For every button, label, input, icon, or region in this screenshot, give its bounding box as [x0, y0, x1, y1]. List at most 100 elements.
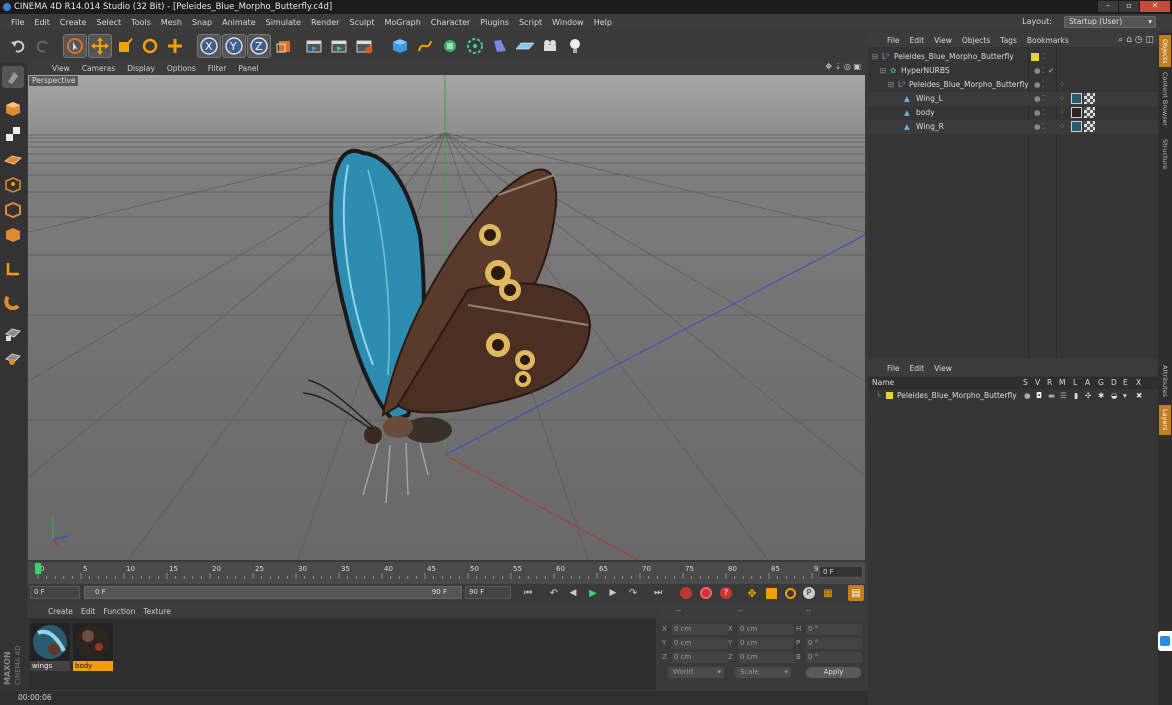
menu-tools[interactable]: Tools — [126, 15, 156, 30]
make-editable-button[interactable] — [2, 66, 24, 88]
layer-lock-icon[interactable]: ▮ — [1074, 389, 1078, 403]
viewport-menu-display[interactable]: Display — [121, 64, 161, 73]
phong-tag-icon[interactable]: ⁘ — [1059, 106, 1065, 120]
x-axis-button[interactable]: X — [197, 34, 221, 58]
objmgr-menu-edit[interactable]: Edit — [905, 36, 930, 45]
array-button[interactable] — [463, 34, 487, 58]
menu-file[interactable]: File — [6, 15, 29, 30]
current-frame-field[interactable]: 0 F — [819, 566, 863, 578]
texture-mode-button[interactable] — [2, 123, 24, 145]
viewport-menu-view[interactable]: View — [46, 64, 76, 73]
menu-sculpt[interactable]: Sculpt — [344, 15, 379, 30]
viewport-menu-options[interactable]: Options — [161, 64, 202, 73]
size-mode-select[interactable]: Scale ▾ — [735, 667, 791, 678]
visibility-dots[interactable]: ⁚ — [1042, 92, 1044, 106]
layer-row[interactable]: ╘ Peleides_Blue_Morpho_Butterfly ● ◘ ▬ ☰… — [868, 389, 1158, 403]
coordinate-system-button[interactable] — [272, 34, 296, 58]
key-rotation-button[interactable] — [782, 585, 798, 601]
size-z-field[interactable]: Z 0 cm — [728, 652, 796, 663]
preview-range-slider[interactable]: 0 F 90 F — [84, 586, 462, 599]
end-frame-field[interactable]: 90 F — [465, 586, 511, 599]
layer-expressions-icon[interactable]: ▾ — [1123, 389, 1127, 403]
nurbs-button[interactable] — [438, 34, 462, 58]
layer-color-swatch[interactable] — [886, 392, 893, 399]
visibility-dots[interactable]: ⁚ — [1042, 120, 1044, 134]
position-z-field[interactable]: Z0 cm — [662, 652, 730, 663]
menu-render[interactable]: Render — [306, 15, 344, 30]
play-forward-button[interactable]: ▶ — [585, 585, 601, 601]
layer-visible-icon[interactable]: ◘ — [1036, 389, 1042, 403]
object-row-hypernurbs[interactable]: ⊟ ✿ HyperNURBS ● ⁚ ✔ — [868, 64, 1158, 78]
auto-key-button[interactable] — [698, 585, 714, 601]
start-frame-field[interactable]: 0 F — [30, 586, 80, 599]
visibility-dots[interactable]: ⁚ — [1042, 78, 1044, 92]
go-to-end-button[interactable]: ⏭ — [650, 585, 666, 601]
phong-tag-icon[interactable]: ⁘ — [1059, 120, 1065, 134]
rotation-p-field[interactable]: P 0 ° — [796, 638, 864, 649]
layer-manager-icon[interactable]: ☰ — [1060, 389, 1067, 403]
objmgr-menu-view[interactable]: View — [929, 36, 957, 45]
menu-snap[interactable]: Snap — [187, 15, 217, 30]
object-row-body[interactable]: ▲ body ● ⁚ ⁘ — [868, 106, 1158, 120]
objmgr-menu-tags[interactable]: Tags — [995, 36, 1022, 45]
size-x-field[interactable]: X 0 cm — [728, 624, 796, 635]
layer-render-icon[interactable]: ▬ — [1048, 389, 1055, 403]
tab-structure[interactable]: Structure — [1159, 133, 1171, 175]
menu-mesh[interactable]: Mesh — [156, 15, 187, 30]
model-mode-button[interactable] — [2, 98, 24, 120]
tab-objects[interactable]: Objects — [1159, 35, 1171, 67]
material-tag-wings[interactable] — [1071, 93, 1082, 104]
layer-animation-icon[interactable]: ✣ — [1085, 389, 1091, 403]
viewport-menu-panel[interactable]: Panel — [232, 64, 264, 73]
menu-script[interactable]: Script — [514, 15, 547, 30]
scale-tool-button[interactable] — [113, 34, 137, 58]
key-scale-button[interactable] — [763, 585, 779, 601]
material-wings[interactable]: wings — [30, 623, 70, 671]
objmgr-menu-file[interactable]: File — [882, 36, 905, 45]
menu-simulate[interactable]: Simulate — [261, 15, 306, 30]
layer-solo-icon[interactable]: ● — [1024, 389, 1031, 403]
viewport-menu-cameras[interactable]: Cameras — [76, 64, 121, 73]
rotation-b-field[interactable]: B 0 ° — [796, 652, 864, 663]
object-row-group[interactable]: ⊟ L⁰ Peleides_Blue_Morpho_Butterfly ● ⁚ … — [868, 78, 1158, 92]
uvw-tag-icon[interactable] — [1084, 93, 1095, 104]
cube-button[interactable] — [388, 34, 412, 58]
camera-button[interactable] — [538, 34, 562, 58]
key-position-button[interactable]: ✥ — [744, 585, 760, 601]
key-help-button[interactable]: ? — [718, 585, 734, 601]
menu-help[interactable]: Help — [589, 15, 617, 30]
previous-key-button[interactable]: ↶ — [546, 585, 562, 601]
go-to-start-button[interactable]: ⏮ — [520, 585, 536, 601]
object-row-wing-l[interactable]: ▲ Wing_L ● ⁚ ⁘ — [868, 92, 1158, 106]
floor-button[interactable] — [513, 34, 537, 58]
previous-frame-button[interactable]: ◀ — [565, 585, 581, 601]
material-menu-texture[interactable]: Texture — [139, 607, 174, 616]
menu-mograph[interactable]: MoGraph — [379, 15, 425, 30]
material-body[interactable]: body — [73, 623, 113, 671]
redo-button[interactable] — [31, 34, 55, 58]
spline-pen-button[interactable] — [413, 34, 437, 58]
layermgr-menu-view[interactable]: View — [929, 364, 957, 373]
axis-mode-button[interactable] — [2, 258, 24, 280]
menu-select[interactable]: Select — [91, 15, 126, 30]
recent-tools-button[interactable] — [163, 34, 187, 58]
close-button[interactable]: ✕ — [1140, 1, 1170, 12]
live-selection-button[interactable] — [63, 34, 87, 58]
next-frame-button[interactable]: ▶ — [605, 585, 621, 601]
butterfly-model[interactable] — [302, 148, 592, 504]
layout-select[interactable]: Startup (User) ▾ — [1064, 16, 1156, 28]
lock-workplane-button[interactable] — [2, 322, 24, 344]
material-menu-function[interactable]: Function — [99, 607, 139, 616]
tab-content-browser[interactable]: Content Browser — [1159, 69, 1171, 129]
visibility-dots[interactable]: ⁚ — [1042, 50, 1044, 64]
menu-animate[interactable]: Animate — [217, 15, 261, 30]
menu-window[interactable]: Window — [547, 15, 589, 30]
key-parameter-button[interactable]: P — [801, 585, 817, 601]
y-axis-button[interactable]: Y — [222, 34, 246, 58]
rotation-h-field[interactable]: H 0 ° — [796, 624, 864, 635]
layer-generators-icon[interactable]: ✱ — [1098, 389, 1104, 403]
workplane-mode-button[interactable] — [2, 148, 24, 170]
render-settings-button[interactable] — [353, 34, 377, 58]
next-key-button[interactable]: ↷ — [625, 585, 641, 601]
coordinate-mode-select[interactable]: World ▾ — [668, 667, 724, 678]
